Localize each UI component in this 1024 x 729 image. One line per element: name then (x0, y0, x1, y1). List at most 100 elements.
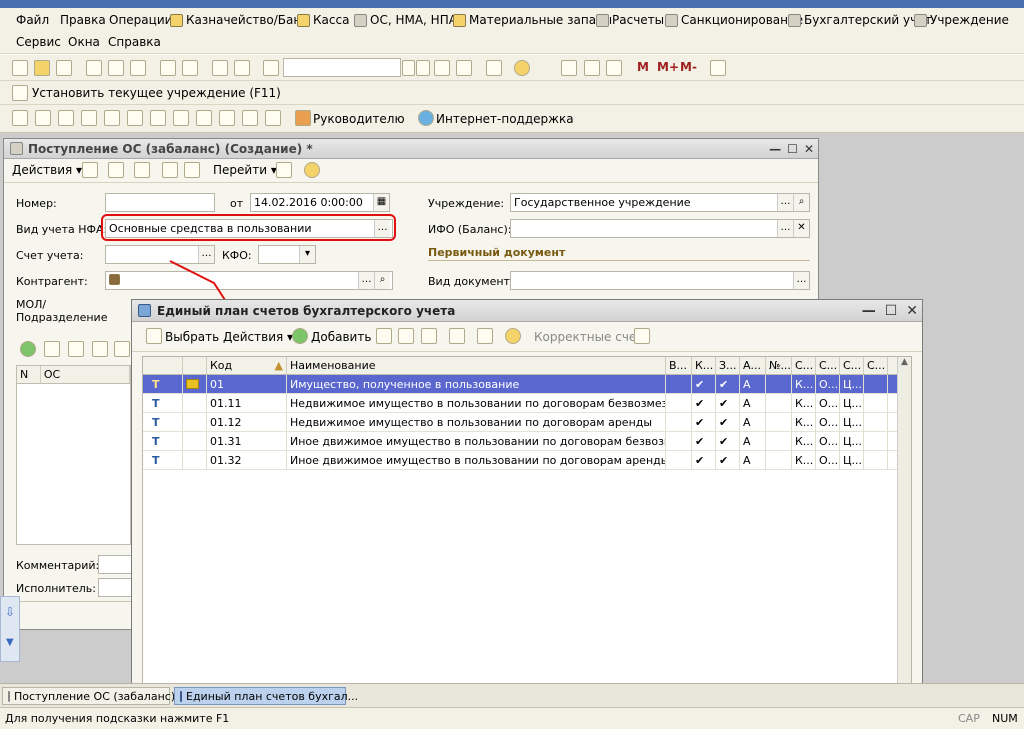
dialog-minimize-button[interactable]: — (862, 303, 876, 319)
column-code[interactable]: Код ▲ (207, 357, 287, 374)
date-field[interactable]: 14.02.2016 0:00:00 (250, 193, 390, 212)
help-icon[interactable] (304, 162, 320, 178)
dialog-actions-menu-button[interactable]: Действия ▾ (223, 330, 293, 344)
column-os[interactable]: ОС (41, 366, 130, 383)
report-7-icon[interactable] (150, 110, 166, 126)
windows-icon[interactable] (486, 60, 502, 76)
select-institution-button[interactable]: … (777, 194, 793, 211)
column-z[interactable]: З... (716, 357, 740, 374)
memory-minus-button[interactable]: M- (680, 60, 697, 74)
delete-icon[interactable] (421, 328, 437, 344)
menu-treasury[interactable]: Казначейство/Банк (170, 13, 308, 27)
select-button[interactable]: Выбрать (165, 330, 219, 344)
help-icon[interactable] (505, 328, 521, 344)
new-icon[interactable] (12, 60, 28, 76)
menu-windows[interactable]: Окна (68, 35, 100, 49)
add-row-icon[interactable] (20, 341, 36, 357)
open-icon[interactable] (34, 60, 50, 76)
menu-cash[interactable]: Касса (297, 13, 349, 27)
grid-scrollbar[interactable]: ▲ (897, 357, 911, 685)
column-s1[interactable]: С... (792, 357, 816, 374)
accounting-icon[interactable] (276, 162, 292, 178)
select-counterparty-button[interactable]: … (358, 272, 374, 289)
select-ifo-button[interactable]: … (777, 220, 793, 237)
print-icon[interactable] (162, 162, 178, 178)
dialog-maximize-button[interactable]: ☐ (885, 303, 898, 319)
search-icon[interactable] (263, 60, 279, 76)
users-icon[interactable] (606, 60, 622, 76)
goto-menu-button[interactable]: Перейти ▾ (213, 163, 277, 177)
clear-ifo-icon[interactable]: ✕ (793, 220, 809, 237)
paste-icon[interactable] (130, 60, 146, 76)
post-icon[interactable] (108, 162, 124, 178)
copy-icon[interactable] (108, 60, 124, 76)
delete-row-icon[interactable] (92, 341, 108, 357)
minimize-button[interactable]: — (769, 142, 781, 156)
report-5-icon[interactable] (104, 110, 120, 126)
column-s2[interactable]: С... (816, 357, 840, 374)
report-1-icon[interactable] (12, 110, 28, 126)
report-4-icon[interactable] (81, 110, 97, 126)
scroll-up-icon[interactable]: ▲ (898, 357, 911, 371)
menu-edit[interactable]: Правка (60, 13, 106, 27)
save-icon[interactable] (56, 60, 72, 76)
menu-settlements[interactable]: Расчеты (596, 13, 664, 27)
search-next-icon[interactable] (434, 60, 450, 76)
search-input[interactable] (283, 58, 401, 77)
copy-row-icon[interactable] (44, 341, 60, 357)
maximize-button[interactable]: ☐ (787, 142, 798, 156)
menu-service[interactable]: Сервис (16, 35, 61, 49)
table-row[interactable]: T 01.12 Недвижимое имущество в пользовании… (143, 412, 911, 432)
add-group-icon[interactable] (376, 328, 392, 344)
column-s3[interactable]: С... (840, 357, 864, 374)
copy-doc-icon[interactable] (134, 162, 150, 178)
task-accounts-plan[interactable]: Единый план счетов бухгал... (174, 687, 358, 705)
redo-icon[interactable] (234, 60, 250, 76)
filter-icon[interactable] (634, 328, 650, 344)
column-k[interactable]: К... (692, 357, 716, 374)
select-doc-type-button[interactable]: … (793, 272, 809, 289)
column-n[interactable]: N (17, 366, 41, 383)
close-button[interactable]: ✕ (804, 142, 814, 156)
save-icon[interactable] (82, 162, 98, 178)
calculator-icon[interactable] (561, 60, 577, 76)
menu-file[interactable]: Файл (16, 13, 49, 27)
table-row[interactable]: T 01.11 Недвижимое имущество в пользовании… (143, 393, 911, 413)
column-v[interactable]: В... (666, 357, 692, 374)
edit-row-icon[interactable] (68, 341, 84, 357)
menu-institution[interactable]: Учреждение (914, 13, 1009, 27)
number-field[interactable] (105, 193, 215, 212)
report-12-icon[interactable] (265, 110, 281, 126)
search-dropdown-icon[interactable] (402, 60, 415, 76)
open-counterparty-icon[interactable]: ⌕ (374, 272, 390, 289)
column-name[interactable]: Наименование (287, 357, 666, 374)
task-receipt-os[interactable]: Поступление ОС (забаланс)... (2, 687, 186, 705)
column-no[interactable]: №... (766, 357, 792, 374)
report-11-icon[interactable] (242, 110, 258, 126)
edit-icon[interactable] (398, 328, 414, 344)
set-institution-button[interactable]: Установить текущее учреждение (F11) (32, 86, 281, 100)
side-panel[interactable]: ⇩ ▼ (0, 596, 20, 662)
comment-field[interactable] (98, 555, 132, 574)
doc-type-field[interactable] (510, 271, 810, 290)
memory-button[interactable]: M (637, 60, 649, 74)
menu-sanction[interactable]: Санкционирование (665, 13, 803, 27)
more-row-icon[interactable] (114, 341, 130, 357)
open-institution-icon[interactable]: ⌕ (793, 194, 809, 211)
menu-help[interactable]: Справка (108, 35, 161, 49)
preview-icon[interactable] (182, 60, 198, 76)
ifo-field[interactable] (510, 219, 810, 238)
dialog-close-button[interactable]: ✕ (906, 303, 918, 319)
report-9-icon[interactable] (196, 110, 212, 126)
report-8-icon[interactable] (173, 110, 189, 126)
cut-icon[interactable] (86, 60, 102, 76)
column-a[interactable]: А... (740, 357, 766, 374)
institution-field[interactable]: Государственное учреждение (510, 193, 810, 212)
report-10-icon[interactable] (219, 110, 235, 126)
clear-search-icon[interactable] (416, 60, 430, 76)
actions-menu-button[interactable]: Действия ▾ (12, 163, 82, 177)
table-row[interactable]: T 01.31 Иное движимое имущество в пользова… (143, 431, 911, 451)
to-manager-button[interactable]: Руководителю (313, 112, 405, 126)
report-3-icon[interactable] (58, 110, 74, 126)
menu-fixed-assets[interactable]: ОС, НМА, НПА (354, 13, 457, 27)
